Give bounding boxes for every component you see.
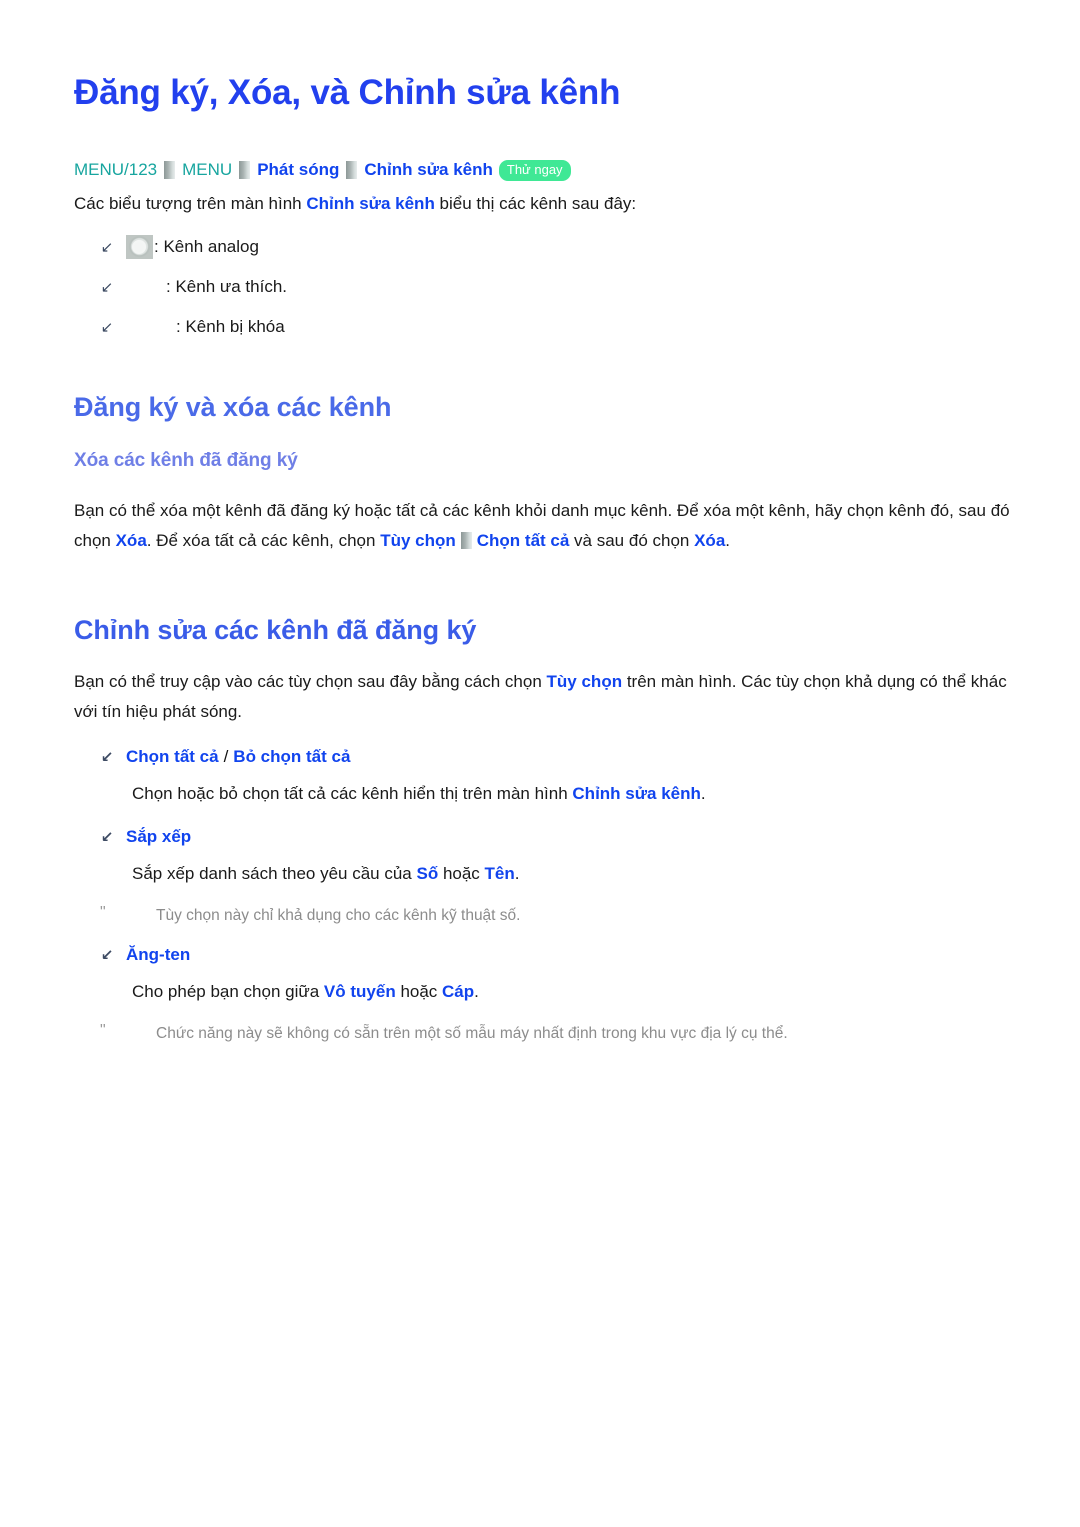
edit-subscribed-intro: Bạn có thể truy cập vào các tùy chọn sau… xyxy=(74,667,1028,727)
p-text: . xyxy=(725,531,731,551)
option-separator: / xyxy=(223,746,229,766)
arrow-bullet-icon: ↙ xyxy=(100,748,114,766)
breadcrumb-item-menu[interactable]: MENU xyxy=(182,159,232,181)
p-text: . Để xóa tất cả các kênh, chọn xyxy=(146,531,381,551)
breadcrumb: MENU/123 MENU Phát sóng Chỉnh sửa kênh T… xyxy=(74,159,1028,181)
breadcrumb-menu-code: MENU/123 xyxy=(74,160,158,180)
option-heading: ↙ Sắp xếp xyxy=(74,821,1028,853)
document-page: Đăng ký, Xóa, và Chỉnh sửa kênh MENU/123… xyxy=(0,0,1080,1527)
option-note: " Tùy chọn này chỉ khả dụng cho các kênh… xyxy=(74,903,1028,929)
option-heading: ↙ Chọn tất cả / Bỏ chọn tất cả xyxy=(74,741,1028,773)
legend-icon-slot xyxy=(124,235,154,260)
breadcrumb-item-broadcast[interactable]: Phát sóng xyxy=(257,159,339,181)
option-heading: ↙ Ăng-ten xyxy=(74,939,1028,971)
section-heading-edit-subscribed: Chỉnh sửa các kênh đã đăng ký xyxy=(74,615,477,646)
list-item: ↙ : Kênh ưa thích. xyxy=(74,267,1028,307)
option-description: Cho phép bạn chọn giữa Vô tuyến hoặc Cáp… xyxy=(74,977,1028,1007)
keyword-cable: Cáp xyxy=(442,981,475,1001)
keyword-number: Số xyxy=(416,863,439,883)
arrow-bullet-icon: ↙ xyxy=(100,238,114,256)
p-text: . xyxy=(700,783,706,803)
keyword-options: Tùy chọn xyxy=(380,531,456,551)
inline-separator-icon xyxy=(460,532,472,550)
analog-channel-icon xyxy=(125,235,153,260)
subsection-heading-delete-subscribed: Xóa các kênh đã đăng ký xyxy=(74,449,298,471)
p-text: . xyxy=(514,863,520,883)
list-item: ↙ : Kênh bị khóa xyxy=(74,307,1028,347)
option-description: Sắp xếp danh sách theo yêu cầu của Số ho… xyxy=(74,859,1028,889)
keyword-options: Tùy chọn xyxy=(546,671,623,691)
intro-paragraph: Các biểu tượng trên màn hình Chỉnh sửa k… xyxy=(74,189,1028,219)
note-mark-icon: " xyxy=(100,903,106,921)
option-note: " Chức năng này sẽ không có sẵn trên một… xyxy=(74,1021,1028,1047)
legend-label: : Kênh bị khóa xyxy=(176,317,285,337)
delete-subscribed-paragraph: Bạn có thể xóa một kênh đã đăng ký hoặc … xyxy=(74,496,1028,556)
option-name-antenna[interactable]: Ăng-ten xyxy=(126,939,190,971)
arrow-bullet-icon: ↙ xyxy=(100,318,114,336)
try-now-badge[interactable]: Thử ngay xyxy=(498,159,571,181)
legend-label: : Kênh ưa thích. xyxy=(166,277,288,297)
keyword-delete-2: Xóa xyxy=(694,531,726,551)
p-text: . xyxy=(474,981,479,1001)
p-text: Cho phép bạn chọn giữa xyxy=(132,981,324,1001)
keyword-edit-channel: Chỉnh sửa kênh xyxy=(572,783,701,803)
intro-text-before: Các biểu tượng trên màn hình xyxy=(74,194,307,214)
p-text: hoặc xyxy=(395,981,443,1001)
breadcrumb-separator-icon xyxy=(164,161,176,180)
note-mark-icon: " xyxy=(100,1021,106,1039)
option-name-sort[interactable]: Sắp xếp xyxy=(126,821,191,853)
keyword-delete: Xóa xyxy=(115,531,147,551)
intro-text-after: biểu thị các kênh sau đây: xyxy=(434,194,637,214)
arrow-bullet-icon: ↙ xyxy=(100,828,114,846)
option-name-deselect-all[interactable]: Bỏ chọn tất cả xyxy=(233,747,350,766)
p-text: hoặc xyxy=(438,863,485,883)
section-heading-subscribe-delete: Đăng ký và xóa các kênh xyxy=(74,392,392,423)
arrow-bullet-icon: ↙ xyxy=(100,278,114,296)
list-item: ↙ Sắp xếp Sắp xếp danh sách theo yêu cầu… xyxy=(74,821,1028,929)
breadcrumb-separator-icon xyxy=(346,161,358,180)
page-title: Đăng ký, Xóa, và Chỉnh sửa kênh xyxy=(74,73,621,112)
list-item: ↙ Chọn tất cả / Bỏ chọn tất cả Chọn hoặc b… xyxy=(74,741,1028,809)
list-item: ↙ Ăng-ten Cho phép bạn chọn giữa Vô tuyế… xyxy=(74,939,1028,1047)
p-text: Bạn có thể truy cập vào các tùy chọn sau… xyxy=(74,671,547,691)
breadcrumb-separator-icon xyxy=(239,161,251,180)
keyword-name: Tên xyxy=(484,863,515,883)
option-description: Chọn hoặc bỏ chọn tất cả các kênh hiển t… xyxy=(74,779,1028,809)
p-text: Sắp xếp danh sách theo yêu cầu của xyxy=(132,863,417,883)
option-name-select-all[interactable]: Chọn tất cả xyxy=(126,747,219,766)
note-text: Tùy chọn này chỉ khả dụng cho các kênh k… xyxy=(156,906,521,924)
p-text: và sau đó chọn xyxy=(569,531,695,551)
keyword-select-all: Chọn tất cả xyxy=(476,531,570,551)
arrow-bullet-icon: ↙ xyxy=(100,946,114,964)
p-text: Chọn hoặc bỏ chọn tất cả các kênh hiển t… xyxy=(132,783,573,803)
legend-label: : Kênh analog xyxy=(154,237,259,257)
list-item: ↙ : Kênh analog xyxy=(74,227,1028,267)
keyword-air: Vô tuyến xyxy=(323,981,396,1001)
breadcrumb-item-edit-channel[interactable]: Chỉnh sửa kênh xyxy=(364,159,493,181)
intro-keyword: Chỉnh sửa kênh xyxy=(306,194,435,214)
edit-options-list: ↙ Chọn tất cả / Bỏ chọn tất cả Chọn hoặc b… xyxy=(74,741,1028,1047)
channel-icon-legend: ↙ : Kênh analog ↙ : Kênh ưa thích. ↙ : K… xyxy=(74,227,1028,347)
note-text: Chức năng này sẽ không có sẵn trên một s… xyxy=(156,1024,788,1042)
